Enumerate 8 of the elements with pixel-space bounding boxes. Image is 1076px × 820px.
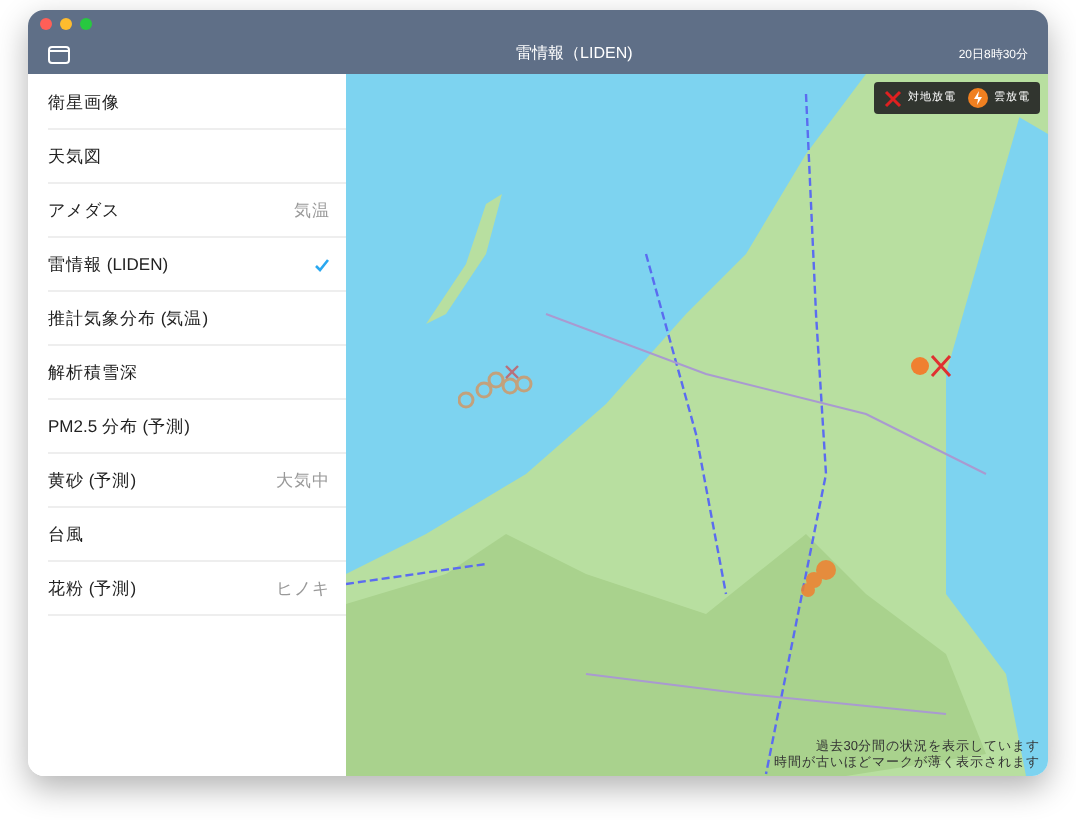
zoom-button[interactable] (80, 18, 92, 30)
close-button[interactable] (40, 18, 52, 30)
window-title: 雷情報（LIDEN) (516, 42, 633, 66)
cross-icon (884, 89, 902, 107)
lightning-marks-drawing (908, 354, 952, 378)
lightning-bolt-icon (968, 88, 988, 108)
minimize-button[interactable] (60, 18, 72, 30)
sidebar-toggle-icon[interactable] (48, 46, 70, 64)
